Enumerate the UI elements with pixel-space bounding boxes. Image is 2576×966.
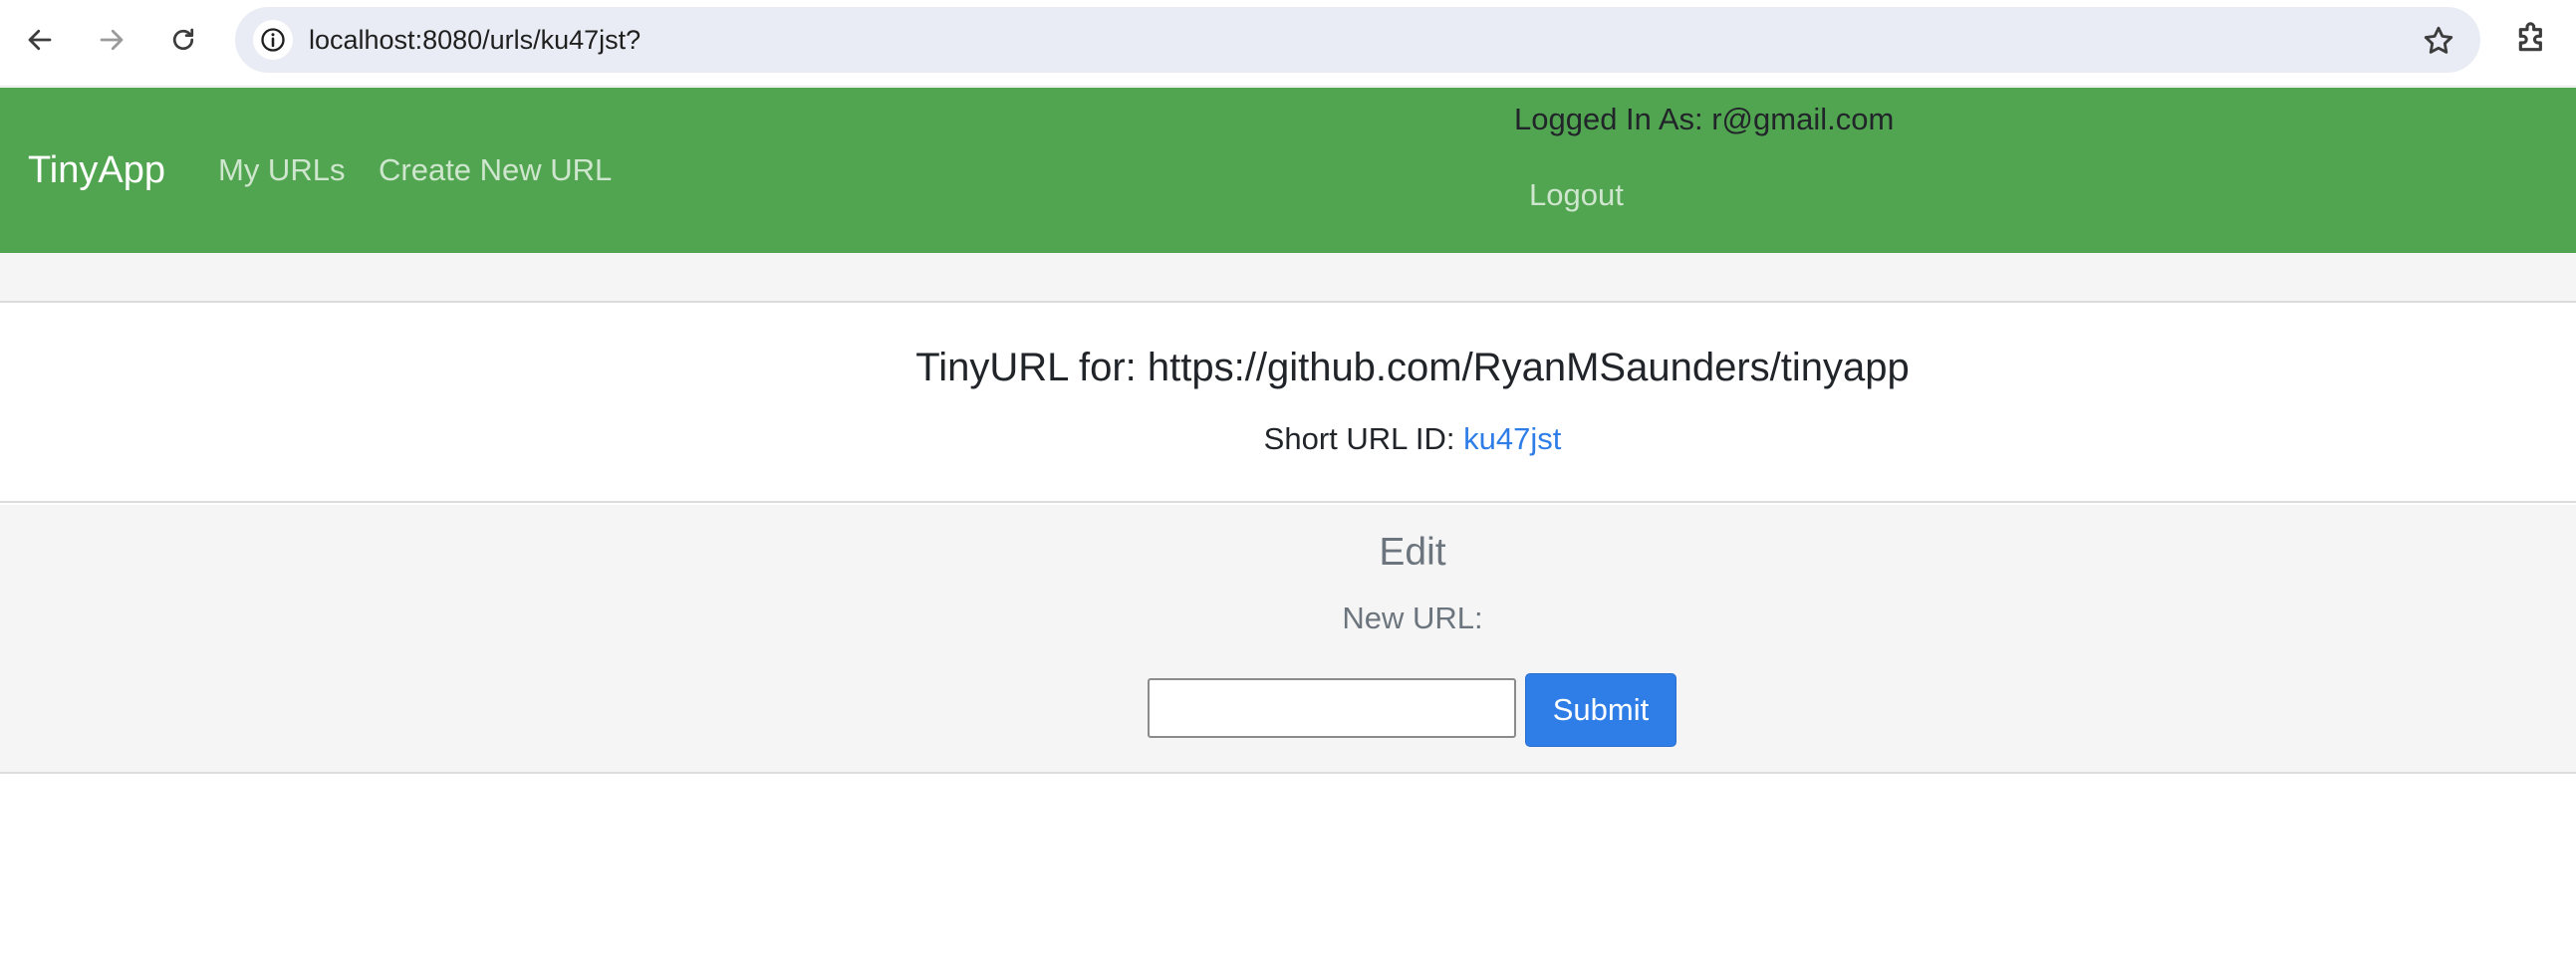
forward-button[interactable] [86,14,137,66]
brand-logo[interactable]: TinyApp [28,88,165,253]
app-navbar: TinyApp My URLs Create New URL [0,88,2576,253]
page-title: TinyURL for: https://github.com/RyanMSau… [915,346,1910,389]
short-url-label: Short URL ID: [1263,421,1455,456]
new-url-input[interactable] [1148,678,1516,738]
back-button[interactable] [14,14,66,66]
submit-button[interactable]: Submit [1525,673,1676,747]
edit-section: Edit New URL: Submit [0,505,2576,774]
star-icon[interactable] [2421,23,2456,59]
puzzle-icon[interactable] [2512,18,2552,58]
site-info-button[interactable] [253,20,293,60]
reload-icon [172,28,194,51]
info-icon [261,28,285,52]
url-text[interactable]: localhost:8080/urls/ku47jst? [309,7,641,73]
reload-button[interactable] [157,14,209,66]
nav-my-urls[interactable]: My URLs [218,88,345,253]
browser-toolbar: localhost:8080/urls/ku47jst? [0,0,2576,87]
content-header-strip [0,253,2576,303]
url-details-card: TinyURL for: https://github.com/RyanMSau… [0,304,2576,503]
edit-heading: Edit [1379,531,1446,574]
address-bar[interactable]: localhost:8080/urls/ku47jst? [235,7,2480,73]
logged-in-status: Logged In As: r@gmail.com [1514,102,1895,136]
short-url-line: Short URL ID: ku47jst [0,421,2576,457]
short-url-link[interactable]: ku47jst [1463,421,1561,456]
logout-link[interactable]: Logout [1529,177,1624,213]
nav-create-new-url[interactable]: Create New URL [379,88,612,253]
arrow-right-icon [100,29,124,51]
arrow-left-icon [28,29,52,51]
new-url-label: New URL: [1342,601,1483,635]
